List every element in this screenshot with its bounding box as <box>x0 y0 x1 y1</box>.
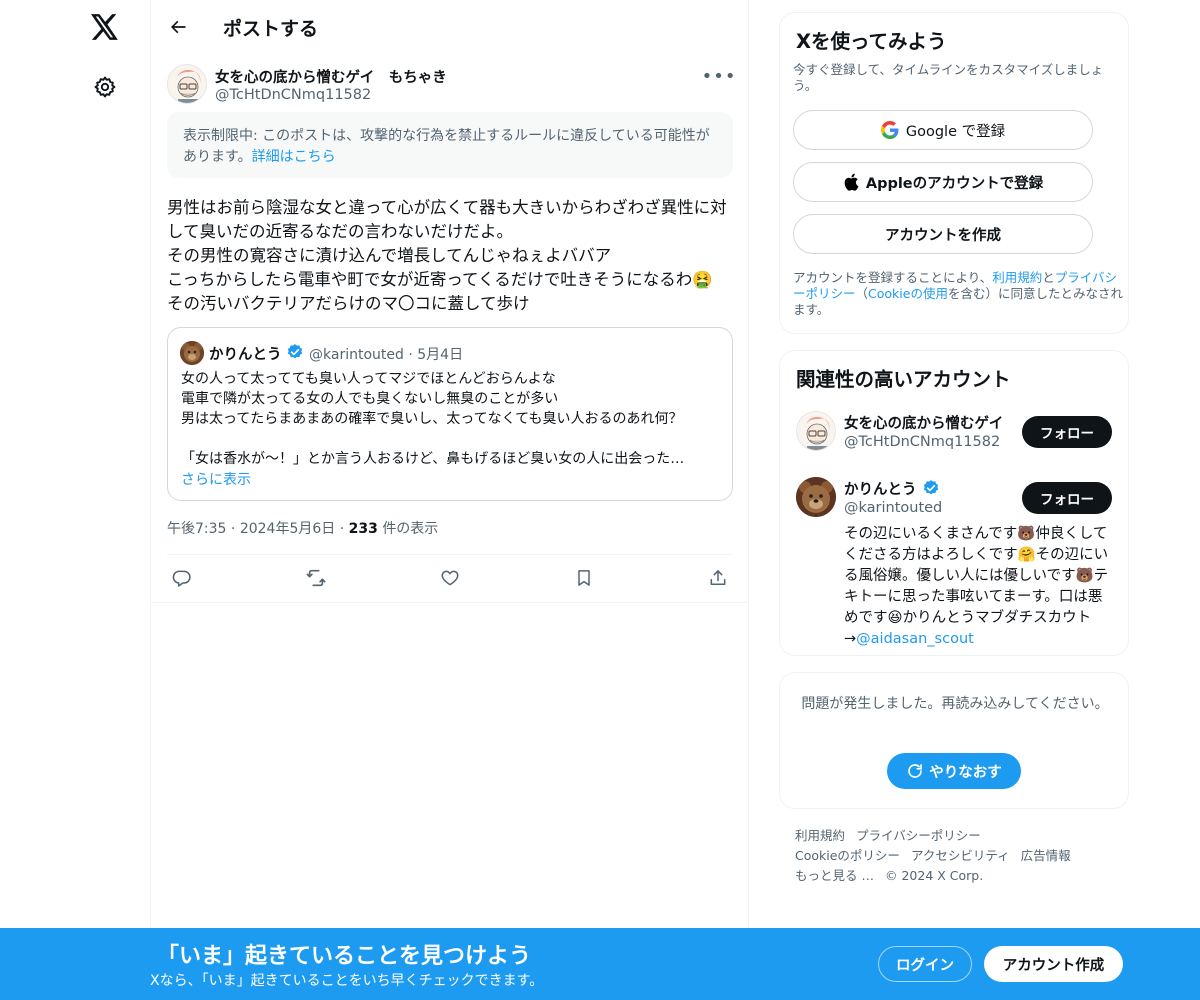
footer-link-ads[interactable]: 広告情報 <box>1021 848 1071 863</box>
avatar[interactable] <box>796 411 836 451</box>
account-handle[interactable]: @TcHtDnCNmq11582 <box>844 434 1000 450</box>
relevant-title: 関連性の高いアカウント <box>796 368 1011 391</box>
divider <box>167 554 733 555</box>
account-bio: その辺にいるくまさんです🐻仲良くしてくださる方はよろしくです🤗その辺にいる風俗嬢… <box>844 524 1110 650</box>
follow-button[interactable]: フォロー <box>1022 482 1112 514</box>
login-button[interactable]: ログイン <box>878 946 972 982</box>
signup-button[interactable]: アカウント作成 <box>984 946 1123 982</box>
create-account-label: アカウントを作成 <box>885 227 1001 244</box>
apple-signup-label: Appleのアカウントで登録 <box>865 175 1044 192</box>
bottom-signup-bar: 「いま」起きていることを見つけよう Xなら、「いま」起きていることをいち早くチェ… <box>0 928 1200 1000</box>
quote-date: 5月4日 <box>417 347 464 363</box>
signup-card-title: Xを使ってみよう <box>796 30 947 53</box>
avatar[interactable] <box>796 477 836 517</box>
signup-card: Xを使ってみよう 今すぐ登録して、タイムラインをカスタマイズしましょう。 Goo… <box>779 12 1129 334</box>
quoted-post[interactable]: かりんとう @karintouted · 5月4日 女の人って太ってても臭い人っ… <box>167 327 733 501</box>
author-name[interactable]: 女を心の底から憎むゲイ もちゃき <box>215 66 447 87</box>
main-column: ポストする 女を心の底から憎むゲイ もちゃき @TcHtDnCNmq11582 … <box>150 0 749 1000</box>
top-bar: ポストする <box>151 0 749 54</box>
signup-card-subtitle: 今すぐ登録して、タイムラインをカスタマイズしましょう。 <box>793 62 1104 93</box>
footer-link-more[interactable]: もっと見る … <box>795 868 874 883</box>
create-account-button[interactable]: アカウントを作成 <box>793 214 1093 254</box>
more-icon[interactable]: ••• <box>702 64 736 88</box>
page-title: ポストする <box>223 18 319 40</box>
retry-label: やりなおす <box>929 764 1002 781</box>
cookie-link[interactable]: Cookieの使用 <box>868 286 948 301</box>
bio-mention-link[interactable]: @aidasan_scout <box>856 631 974 647</box>
post-author: 女を心の底から憎むゲイ もちゃき @TcHtDnCNmq11582 ••• <box>167 62 736 108</box>
quote-avatar <box>180 341 204 365</box>
account-bio-text: その辺にいるくまさんです🐻仲良くしてくださる方はよろしくです🤗その辺にいる風俗嬢… <box>844 526 1109 647</box>
visibility-warning: 表示制限中: このポストは、攻撃的な行為を禁止するルールに違反している可能性があ… <box>167 112 733 178</box>
like-icon[interactable] <box>438 566 462 590</box>
quote-text: 女の人って太ってても臭い人ってマジでほとんどおらんよな 電車で隣が太ってる女の人… <box>181 371 685 467</box>
verified-icon <box>922 479 940 497</box>
legal-paren: （ <box>855 286 869 301</box>
follow-button[interactable]: フォロー <box>1022 416 1112 448</box>
quote-handle: @karintouted <box>309 347 404 363</box>
google-signup-label: Google で登録 <box>905 123 1006 140</box>
reply-icon[interactable] <box>170 566 194 590</box>
post-text: 男性はお前ら陰湿な女と違って心が広くて器も大きいからわざわざ異性に対して臭いだの… <box>167 198 727 313</box>
author-handle[interactable]: @TcHtDnCNmq11582 <box>215 87 371 103</box>
repost-icon[interactable] <box>304 566 328 590</box>
footer-link-accessibility[interactable]: アクセシビリティ <box>911 848 1010 863</box>
bottom-bar-subtitle: Xなら、「いま」起きていることをいち早くチェックできます。 <box>150 973 544 989</box>
retry-button[interactable]: やりなおす <box>887 753 1021 789</box>
divider <box>151 602 749 603</box>
post-meta: 午後7:35 · 2024年5月6日 · 233 件の表示 <box>167 521 439 537</box>
footer-links: 利用規約 プライバシーポリシー Cookieのポリシー アクセシビリティ 広告情報 も… <box>795 826 1125 886</box>
signup-legal-text: アカウントを登録することにより、利用規約とプライバシーポリシー（Cookieの使… <box>793 270 1123 318</box>
account-handle[interactable]: @karintouted <box>844 500 942 516</box>
legal-prefix: アカウントを登録することにより、 <box>793 270 993 285</box>
bookmark-icon[interactable] <box>572 566 596 590</box>
avatar[interactable] <box>167 64 207 104</box>
post-date[interactable]: 2024年5月6日 <box>240 521 335 537</box>
footer-link-privacy[interactable]: プライバシーポリシー <box>856 828 981 843</box>
gear-icon[interactable] <box>90 72 120 102</box>
google-signup-button[interactable]: Google で登録 <box>793 110 1093 150</box>
views-count: 233 <box>348 521 378 537</box>
quote-handle-date: @karintouted · 5月4日 <box>309 347 464 363</box>
copyright: © 2024 X Corp. <box>884 868 984 883</box>
apple-signup-button[interactable]: Appleのアカウントで登録 <box>793 162 1093 202</box>
account-name[interactable]: 女を心の底から憎むゲイ <box>844 412 1003 433</box>
back-arrow-icon[interactable] <box>163 12 193 42</box>
account-name[interactable]: かりんとう <box>844 478 917 499</box>
post-actions <box>167 562 733 594</box>
views-label: 件の表示 <box>382 521 439 537</box>
error-card: 問題が発生しました。再読み込みしてください。 やりなおす <box>779 672 1129 809</box>
google-icon <box>880 121 899 139</box>
share-icon[interactable] <box>706 566 730 590</box>
x-logo-icon[interactable] <box>88 10 122 44</box>
post-time[interactable]: 午後7:35 <box>167 521 226 537</box>
terms-link[interactable]: 利用規約 <box>992 270 1042 285</box>
error-message: 問題が発生しました。再読み込みしてください。 <box>801 696 1109 712</box>
legal-and: と <box>1042 270 1055 285</box>
footer-link-terms[interactable]: 利用規約 <box>795 828 845 843</box>
footer-link-cookie[interactable]: Cookieのポリシー <box>795 848 900 863</box>
apple-icon <box>843 173 859 191</box>
left-nav <box>0 0 150 1000</box>
relevant-accounts-card: 関連性の高いアカウント 女を心の底から憎むゲイ @TcHtDnCNmq11582… <box>779 350 1129 656</box>
refresh-icon <box>906 762 924 780</box>
warning-details-link[interactable]: 詳細はこちら <box>252 149 336 165</box>
quote-author-name: かりんとう <box>209 347 282 363</box>
show-more-link[interactable]: さらに表示 <box>181 469 251 489</box>
verified-icon <box>286 343 304 361</box>
bottom-bar-title: 「いま」起きていることを見つけよう <box>157 944 532 969</box>
